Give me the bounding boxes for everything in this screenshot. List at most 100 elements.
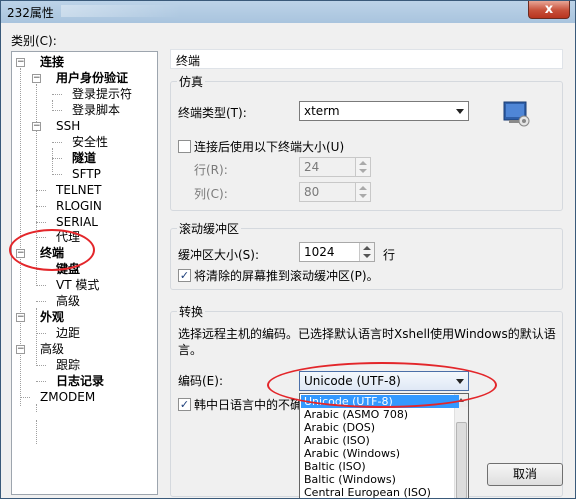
terminal-type-label: 终端类型(T): [178,106,247,120]
terminal-monitor-icon [503,101,530,127]
buffer-size-label: 缓冲区大小(S): [178,248,260,262]
tree-guide-line [36,189,46,191]
tree-expander-icon[interactable]: − [16,58,25,67]
tree-item[interactable]: 连接 [40,54,64,70]
tree-item[interactable]: SSH [56,118,80,134]
tree-item[interactable]: 安全性 [72,134,108,150]
tree-guide-line [36,381,46,382]
terminal-type-select[interactable]: xterm [299,101,469,121]
properties-dialog: 232属性 x 类别(C): − 连接 − 用户身份验证 登录提示符 登录脚本 − SSH 安全… [0,0,576,499]
title-bar-reflection [61,5,181,17]
close-button[interactable]: x [528,1,570,19]
tree-guide-line [36,205,46,207]
tree-item[interactable]: SFTP [72,166,101,182]
tree-item[interactable]: 日志记录 [56,373,104,389]
buffer-size-unit: 行 [383,248,396,262]
tree-guide-line [36,84,37,286]
tree-guide-line [36,420,37,444]
rows-spinner[interactable]: 24 [299,157,371,177]
category-label: 类别(C): [11,34,57,48]
spin-up-icon [359,161,367,165]
spin-down-icon [359,194,367,198]
chevron-down-icon [456,109,464,114]
tree-item[interactable]: 跟踪 [56,357,80,373]
spin-down-icon [363,254,371,258]
title-bar[interactable]: 232属性 x [1,1,575,23]
tree-guide-line [52,141,62,143]
spin-up-icon [363,246,371,250]
tree-guide-line [36,365,46,367]
category-tree[interactable]: − 连接 − 用户身份验证 登录提示符 登录脚本 − SSH 安全性 隧道 SFTP TELNET RL… [11,51,158,495]
tree-guide-line [36,308,37,364]
tree-guide-line [52,100,53,108]
buffer-size-spinner-buttons[interactable] [359,243,374,261]
tree-guide-line [52,157,62,159]
encoding-option[interactable]: Baltic (Windows) [301,473,459,486]
tree-item[interactable]: 外观 [40,309,64,325]
tree-item[interactable]: VT 模式 [56,277,99,293]
tree-expander-icon[interactable]: − [32,73,41,83]
cancel-button[interactable]: 取消 [487,463,563,486]
tree-expander-icon[interactable]: − [16,313,25,323]
tree-guide-line [36,333,46,335]
cols-spinner-buttons[interactable] [355,183,370,201]
encoding-description-line2: 言。 [178,343,203,357]
use-size-label: 连接后使用以下终端大小(U) [194,140,345,154]
tree-guide-line [52,93,62,95]
encoding-value: Unicode (UTF-8) [304,374,401,388]
encoding-option[interactable]: Central European (ISO) [301,486,459,498]
tree-item[interactable]: ZMODEM [40,389,95,405]
tree-item[interactable]: SERIAL [56,214,98,230]
tree-guide-line [36,301,46,303]
tree-item[interactable]: 隧道 [72,150,96,166]
tree-expander-icon[interactable]: − [16,345,25,355]
tree-item[interactable]: 键盘 [56,261,80,277]
tree-item[interactable]: 边距 [56,325,80,341]
rows-value: 24 [304,160,320,174]
cjk-checkbox[interactable]: ✓ [178,398,191,411]
encoding-option[interactable]: Arabic (Windows) [301,447,459,460]
tree-expander-icon[interactable]: − [32,121,41,131]
tree-guide-line [36,269,46,271]
encoding-option[interactable]: Unicode (UTF-8) [301,395,459,408]
spin-down-icon [359,169,367,173]
tree-guide-line [36,285,46,287]
tree-item[interactable]: 代理 [56,229,80,245]
push-cleared-checkbox[interactable]: ✓ [178,269,191,282]
buffer-size-spinner[interactable]: 1024 [299,242,375,262]
cjk-label: 韩中日语言中的不确 [194,398,303,412]
tree-item[interactable]: 登录脚本 [72,102,120,118]
terminal-type-value: xterm [304,104,340,118]
encoding-option[interactable]: Baltic (ISO) [301,460,459,473]
cols-value: 80 [304,185,320,199]
tree-guide-line [52,148,53,172]
encoding-option[interactable]: Arabic (DOS) [301,421,459,434]
cols-spinner[interactable]: 80 [299,182,371,202]
check-icon: ✓ [179,398,190,411]
tree-item[interactable]: 高级 [56,293,80,309]
tree-item[interactable]: 高级 [40,341,64,357]
encoding-option[interactable]: Arabic (ISO) [301,434,459,447]
chevron-down-icon [456,379,464,384]
window-title: 232属性 [7,6,54,20]
encoding-dropdown-list[interactable]: Unicode (UTF-8) Arabic (ASMO 708) Arabic (… [299,393,469,498]
encoding-description-line1: 选择远程主机的编码。已选择默认语言时Xshell使用Windows的默认语 [178,327,556,341]
encoding-label: 编码(E): [178,374,223,388]
tree-item[interactable]: RLOGIN [56,198,102,214]
tree-item[interactable]: 用户身份验证 [56,70,128,86]
encoding-option[interactable]: Arabic (ASMO 708) [301,408,459,421]
tree-item[interactable]: TELNET [56,182,102,198]
tree-guide-line [52,109,62,111]
tree-guide-line [36,221,46,223]
tree-guide-line [20,396,30,398]
tree-item[interactable]: 终端 [40,245,64,261]
rows-spinner-buttons[interactable] [355,158,370,176]
tree-item[interactable]: 登录提示符 [72,86,132,102]
cols-label: 列(C): [194,187,228,201]
use-size-checkbox[interactable] [178,140,191,153]
tree-guide-line [52,173,62,175]
spin-up-icon [359,186,367,190]
encoding-select[interactable]: Unicode (UTF-8) [299,371,469,391]
tree-guide-line [36,237,46,239]
tree-expander-icon[interactable]: − [16,249,25,259]
